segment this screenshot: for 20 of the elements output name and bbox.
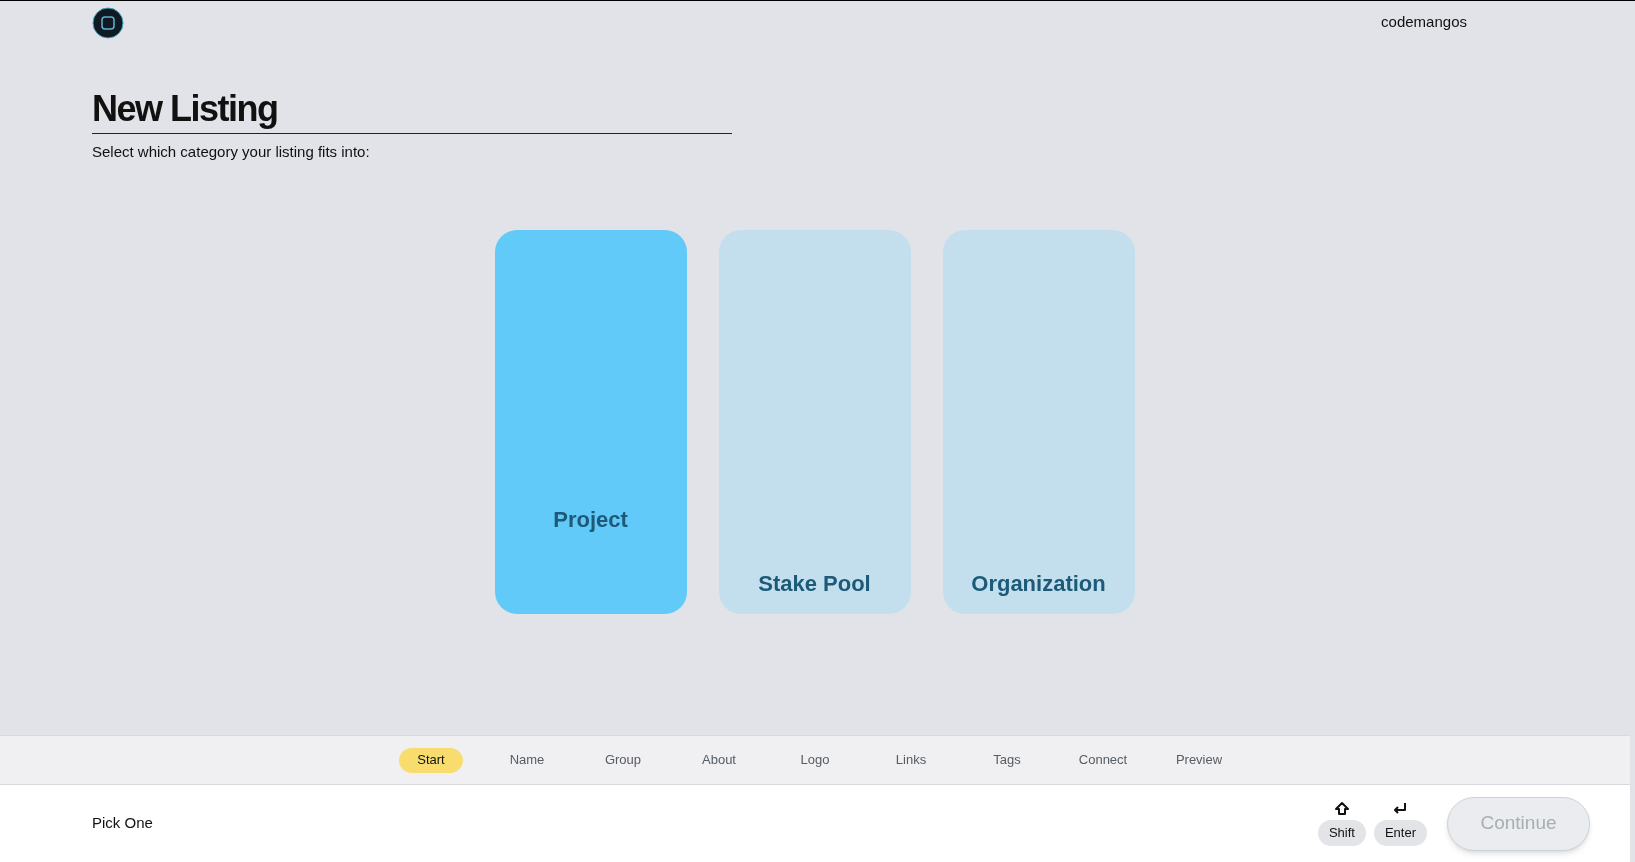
- step-tab[interactable]: Links: [879, 747, 943, 773]
- step-tab[interactable]: Connect: [1071, 747, 1135, 773]
- step-tab[interactable]: Start: [399, 747, 463, 773]
- category-card[interactable]: Organization: [942, 229, 1135, 614]
- category-card[interactable]: Stake Pool: [718, 229, 911, 614]
- step-tab[interactable]: Logo: [783, 747, 847, 773]
- key-label: Enter: [1373, 820, 1427, 846]
- key-label: Shift: [1317, 820, 1366, 846]
- step-tab[interactable]: Group: [591, 747, 655, 773]
- username[interactable]: codemangos: [1381, 11, 1467, 34]
- step-tab[interactable]: Preview: [1167, 747, 1231, 773]
- category-card[interactable]: Project: [494, 229, 687, 614]
- step-tab[interactable]: Name: [495, 747, 559, 773]
- page-title: New Listing: [92, 87, 279, 131]
- page-subtitle: Select which category your listing fits into:: [92, 142, 371, 162]
- logo-icon[interactable]: [92, 6, 124, 39]
- step-tab[interactable]: Tags: [975, 747, 1039, 773]
- hint-text: Pick One: [92, 813, 153, 834]
- shift-icon: [1333, 801, 1350, 818]
- step-tab[interactable]: About: [687, 747, 751, 773]
